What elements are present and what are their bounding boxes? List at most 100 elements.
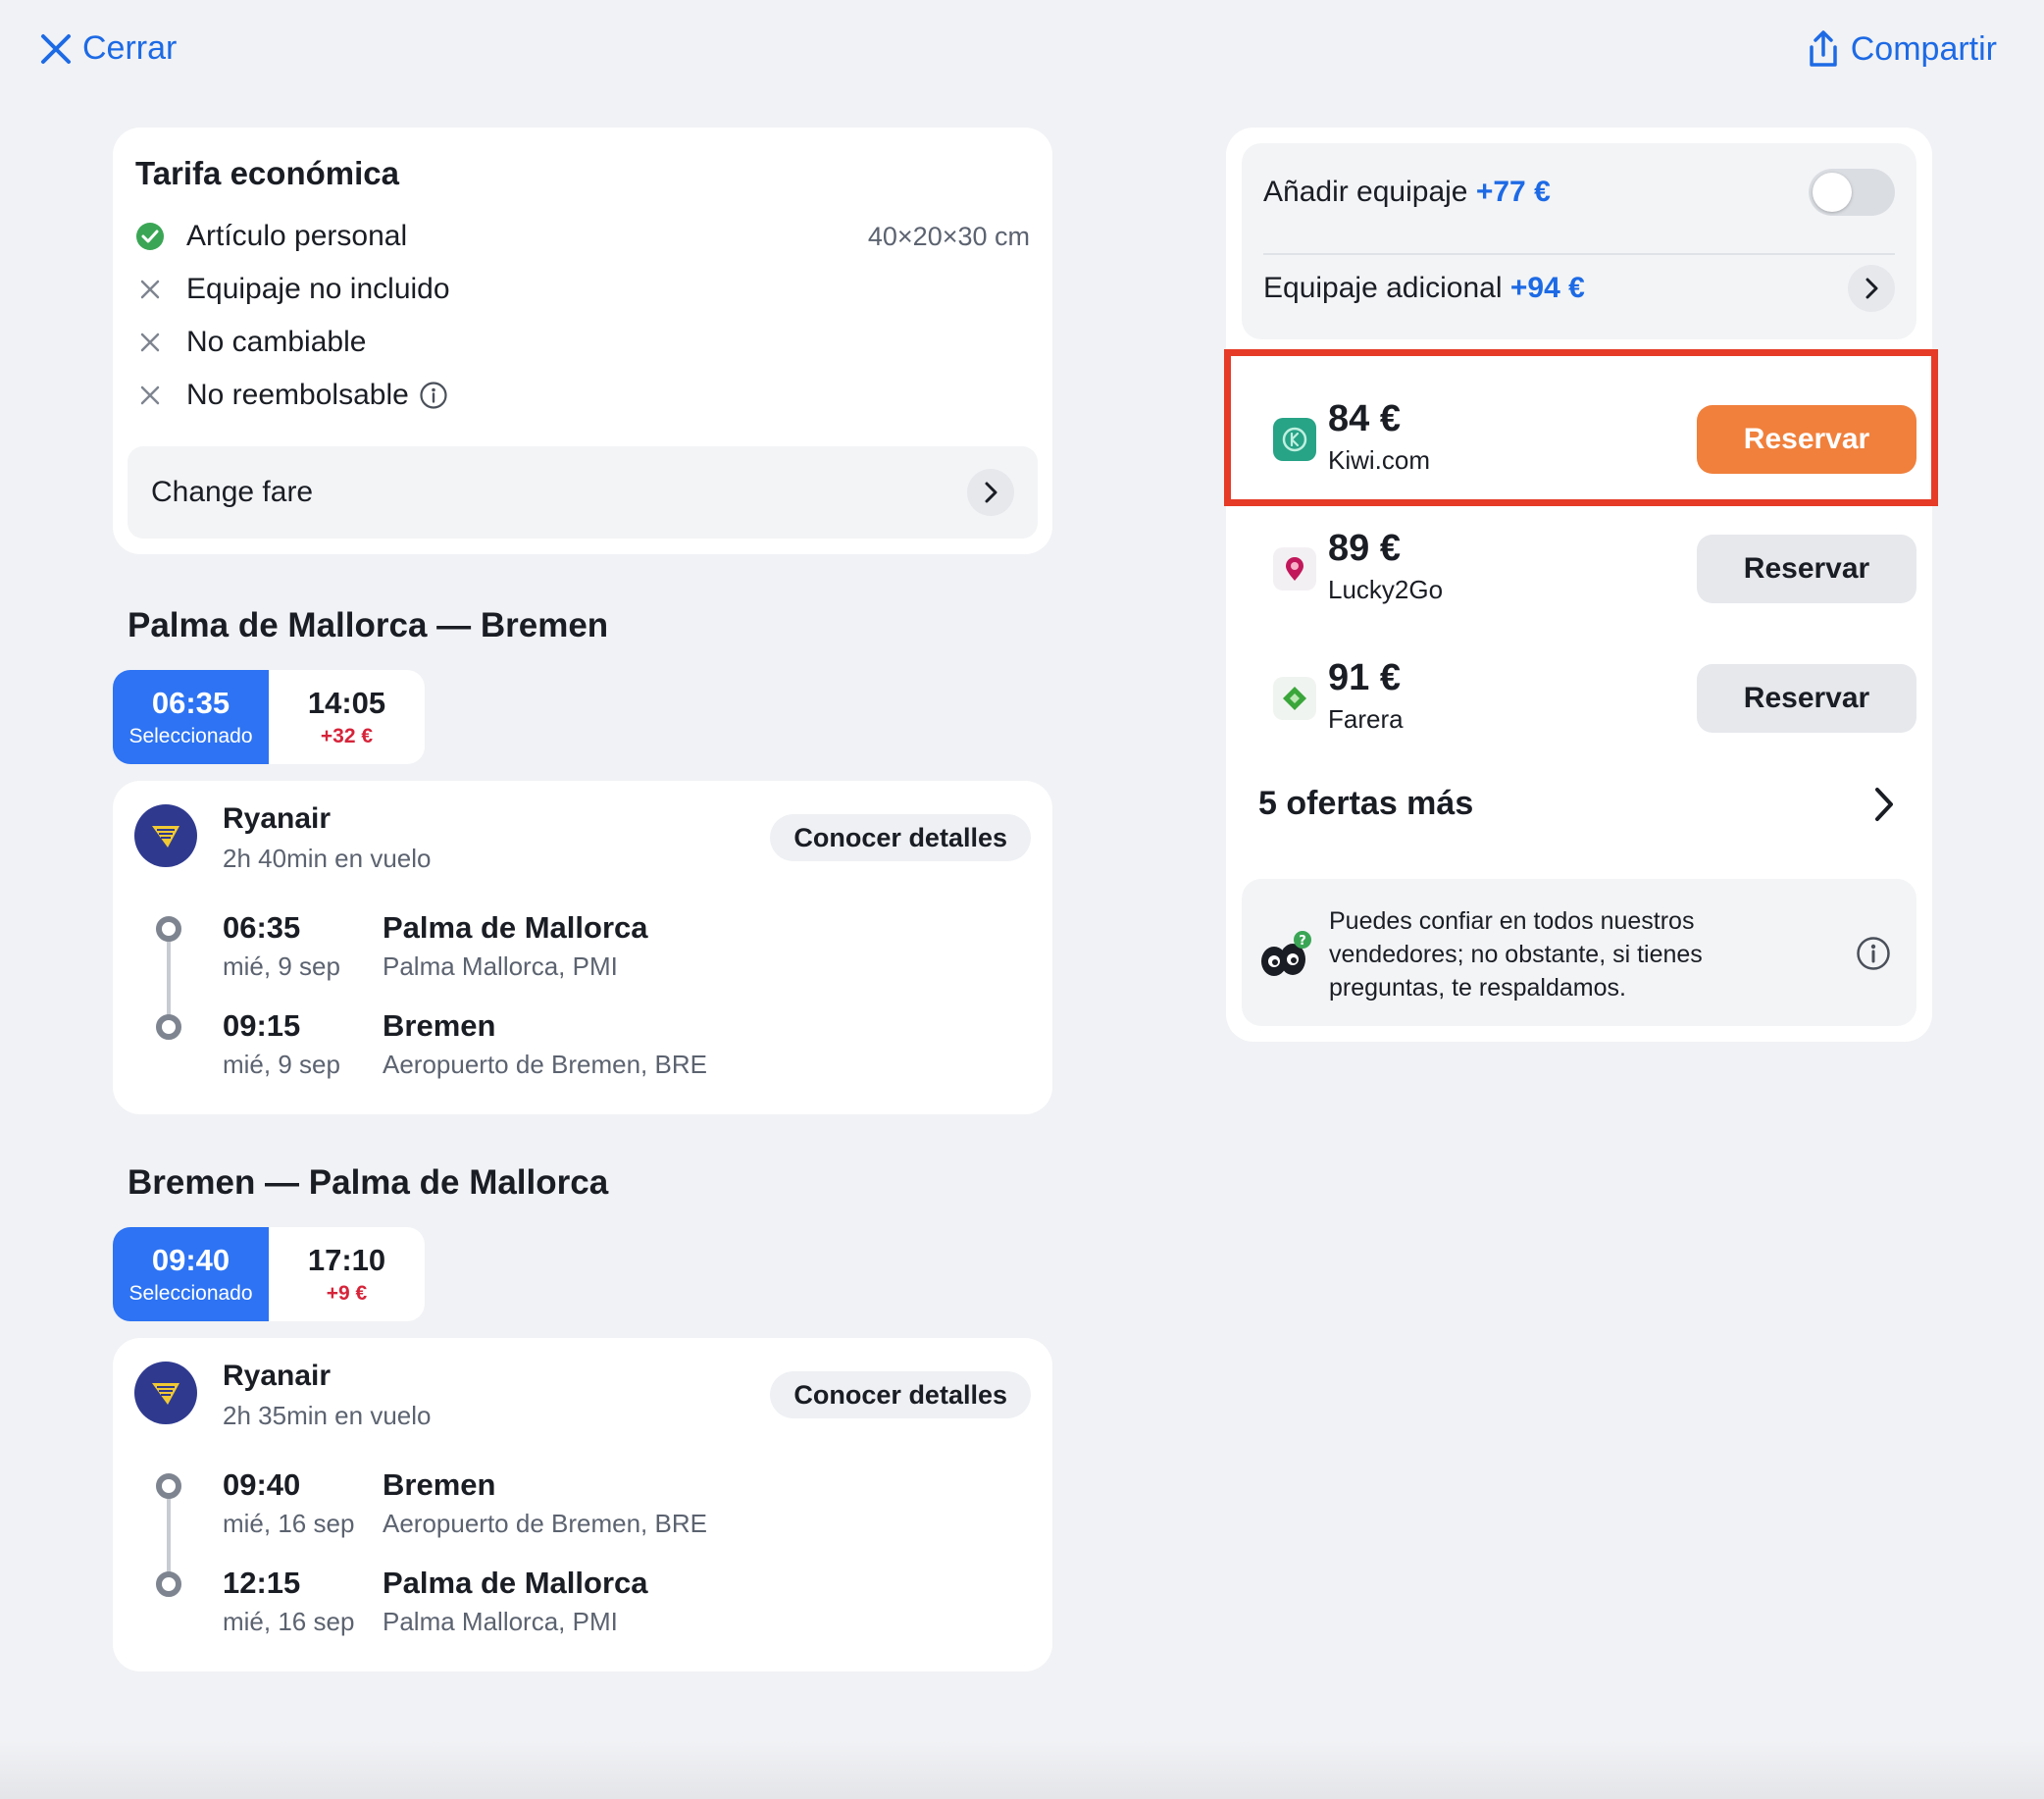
arrive-time: 12:15	[223, 1566, 301, 1600]
fare-item-label: Artículo personal	[186, 220, 408, 252]
timeline-line	[167, 928, 171, 1026]
svg-text:?: ?	[1299, 934, 1306, 949]
flight-duration: 2h 35min en vuelo	[223, 1401, 432, 1430]
share-icon	[1810, 30, 1837, 67]
trust-text: Puedes confiar en todos nuestros vendedo…	[1329, 907, 1703, 1002]
outbound-route-title: Palma de Mallorca — Bremen	[128, 606, 609, 644]
offer-vendor: Farera	[1328, 704, 1404, 734]
inbound-time-tab-selected[interactable]: 09:40 Seleccionado	[113, 1227, 269, 1321]
fare-item-label: Equipaje no incluido	[186, 273, 450, 305]
tab-status: Seleccionado	[128, 1282, 253, 1305]
offer-price: 89 €	[1328, 528, 1401, 569]
timeline-dot	[156, 1571, 181, 1597]
info-icon[interactable]	[419, 381, 448, 410]
share-label: Compartir	[1850, 29, 1997, 68]
depart-date: mié, 9 sep	[223, 951, 340, 981]
close-icon	[41, 33, 71, 64]
divider	[1263, 253, 1895, 255]
extra-baggage-price: +94 €	[1509, 272, 1585, 304]
tab-status: Seleccionado	[128, 725, 253, 747]
details-button[interactable]: Conocer detalles	[770, 1371, 1031, 1418]
depart-time: 09:40	[223, 1467, 301, 1502]
outbound-flight-card: Ryanair 2h 40min en vuelo Conocer detall…	[113, 781, 1052, 1114]
book-button[interactable]: Reservar	[1697, 664, 1916, 733]
cross-icon	[135, 381, 165, 410]
depart-time: 06:35	[223, 910, 301, 945]
bottom-fade	[0, 1740, 2044, 1799]
outbound-time-tab-alt[interactable]: 14:05 +32 €	[269, 670, 425, 764]
airline-name: Ryanair	[223, 802, 332, 835]
fare-item-personal: Artículo personal 40×20×30 cm	[135, 220, 1030, 253]
close-label: Cerrar	[82, 29, 178, 67]
depart-city: Bremen	[383, 1467, 496, 1502]
fare-item-size: 40×20×30 cm	[867, 221, 1030, 251]
fare-title: Tarifa económica	[135, 155, 399, 191]
tab-time: 09:40	[151, 1243, 230, 1277]
tab-price-delta: +9 €	[326, 1282, 368, 1305]
chevron-right-icon	[1875, 787, 1893, 821]
arrive-time: 09:15	[223, 1008, 301, 1043]
fare-item-refundable: No reembolsable	[135, 379, 448, 412]
depart-airport: Palma Mallorca, PMI	[383, 951, 618, 981]
ryanair-logo-icon	[134, 804, 197, 867]
flight-duration: 2h 40min en vuelo	[223, 844, 432, 873]
baggage-box: Añadir equipaje +77 € Equipaje adicional…	[1242, 143, 1916, 339]
offer-row-farera: 91 € Farera Reservar	[1242, 649, 1916, 744]
inbound-route-title: Bremen — Palma de Mallorca	[128, 1163, 609, 1202]
close-button[interactable]: Cerrar	[39, 29, 177, 68]
lucky2go-logo-icon	[1273, 547, 1316, 591]
arrive-date: mié, 16 sep	[223, 1607, 355, 1636]
timeline-line	[167, 1485, 171, 1583]
share-button[interactable]: Compartir	[1806, 29, 1997, 69]
check-circle-icon	[135, 222, 165, 251]
offer-row-lucky2go: 89 € Lucky2Go Reservar	[1242, 520, 1916, 614]
add-baggage-row: Añadir equipaje +77 €	[1263, 169, 1895, 216]
tab-time: 14:05	[307, 686, 386, 720]
more-offers-label: 5 ofertas más	[1258, 785, 1474, 822]
inbound-flight-card: Ryanair 2h 35min en vuelo Conocer detall…	[113, 1338, 1052, 1671]
depart-city: Palma de Mallorca	[383, 910, 648, 945]
add-baggage-toggle[interactable]	[1809, 169, 1895, 216]
tab-time: 06:35	[151, 686, 230, 720]
fare-item-label: No reembolsable	[186, 379, 409, 411]
add-baggage-label: Añadir equipaje	[1263, 176, 1468, 208]
inbound-time-tabs: 09:40 Seleccionado 17:10 +9 €	[113, 1227, 425, 1321]
arrive-city: Bremen	[383, 1008, 496, 1043]
arrive-city: Palma de Mallorca	[383, 1566, 648, 1600]
add-baggage-price: +77 €	[1475, 176, 1551, 208]
extra-baggage-row[interactable]: Equipaje adicional +94 €	[1263, 265, 1895, 312]
arrive-airport: Palma Mallorca, PMI	[383, 1607, 618, 1636]
offer-price: 91 €	[1328, 657, 1401, 698]
arrive-airport: Aeropuerto de Bremen, BRE	[383, 1050, 707, 1079]
change-fare-label: Change fare	[151, 476, 314, 508]
info-icon[interactable]	[1856, 936, 1891, 976]
highlight-annotation	[1224, 349, 1938, 506]
chevron-right-icon	[967, 469, 1014, 516]
ryanair-logo-icon	[134, 1362, 197, 1424]
book-button[interactable]: Reservar	[1697, 535, 1916, 603]
cross-icon	[135, 275, 165, 304]
inbound-time-tab-alt[interactable]: 17:10 +9 €	[269, 1227, 425, 1321]
cross-icon	[135, 328, 165, 357]
more-offers-button[interactable]: 5 ofertas más	[1258, 785, 1896, 823]
extra-baggage-label: Equipaje adicional	[1263, 272, 1503, 304]
details-button[interactable]: Conocer detalles	[770, 814, 1031, 861]
airline-name: Ryanair	[223, 1360, 332, 1392]
tab-time: 17:10	[307, 1243, 386, 1277]
timeline-dot	[156, 916, 181, 942]
timeline-dot	[156, 1473, 181, 1499]
outbound-time-tabs: 06:35 Seleccionado 14:05 +32 €	[113, 670, 425, 764]
arrive-date: mié, 9 sep	[223, 1050, 340, 1079]
tab-price-delta: +32 €	[320, 725, 374, 747]
depart-airport: Aeropuerto de Bremen, BRE	[383, 1509, 707, 1538]
outbound-time-tab-selected[interactable]: 06:35 Seleccionado	[113, 670, 269, 764]
offer-vendor: Lucky2Go	[1328, 575, 1444, 604]
trust-box: ? Puedes confiar en todos nuestros vende…	[1242, 879, 1916, 1026]
depart-date: mié, 16 sep	[223, 1509, 355, 1538]
fare-item-label: No cambiable	[186, 326, 367, 358]
change-fare-button[interactable]: Change fare	[128, 446, 1038, 539]
fare-item-changeable: No cambiable	[135, 326, 366, 359]
farera-logo-icon	[1273, 677, 1316, 720]
toggle-knob	[1813, 173, 1852, 212]
chevron-right-icon	[1848, 265, 1895, 312]
